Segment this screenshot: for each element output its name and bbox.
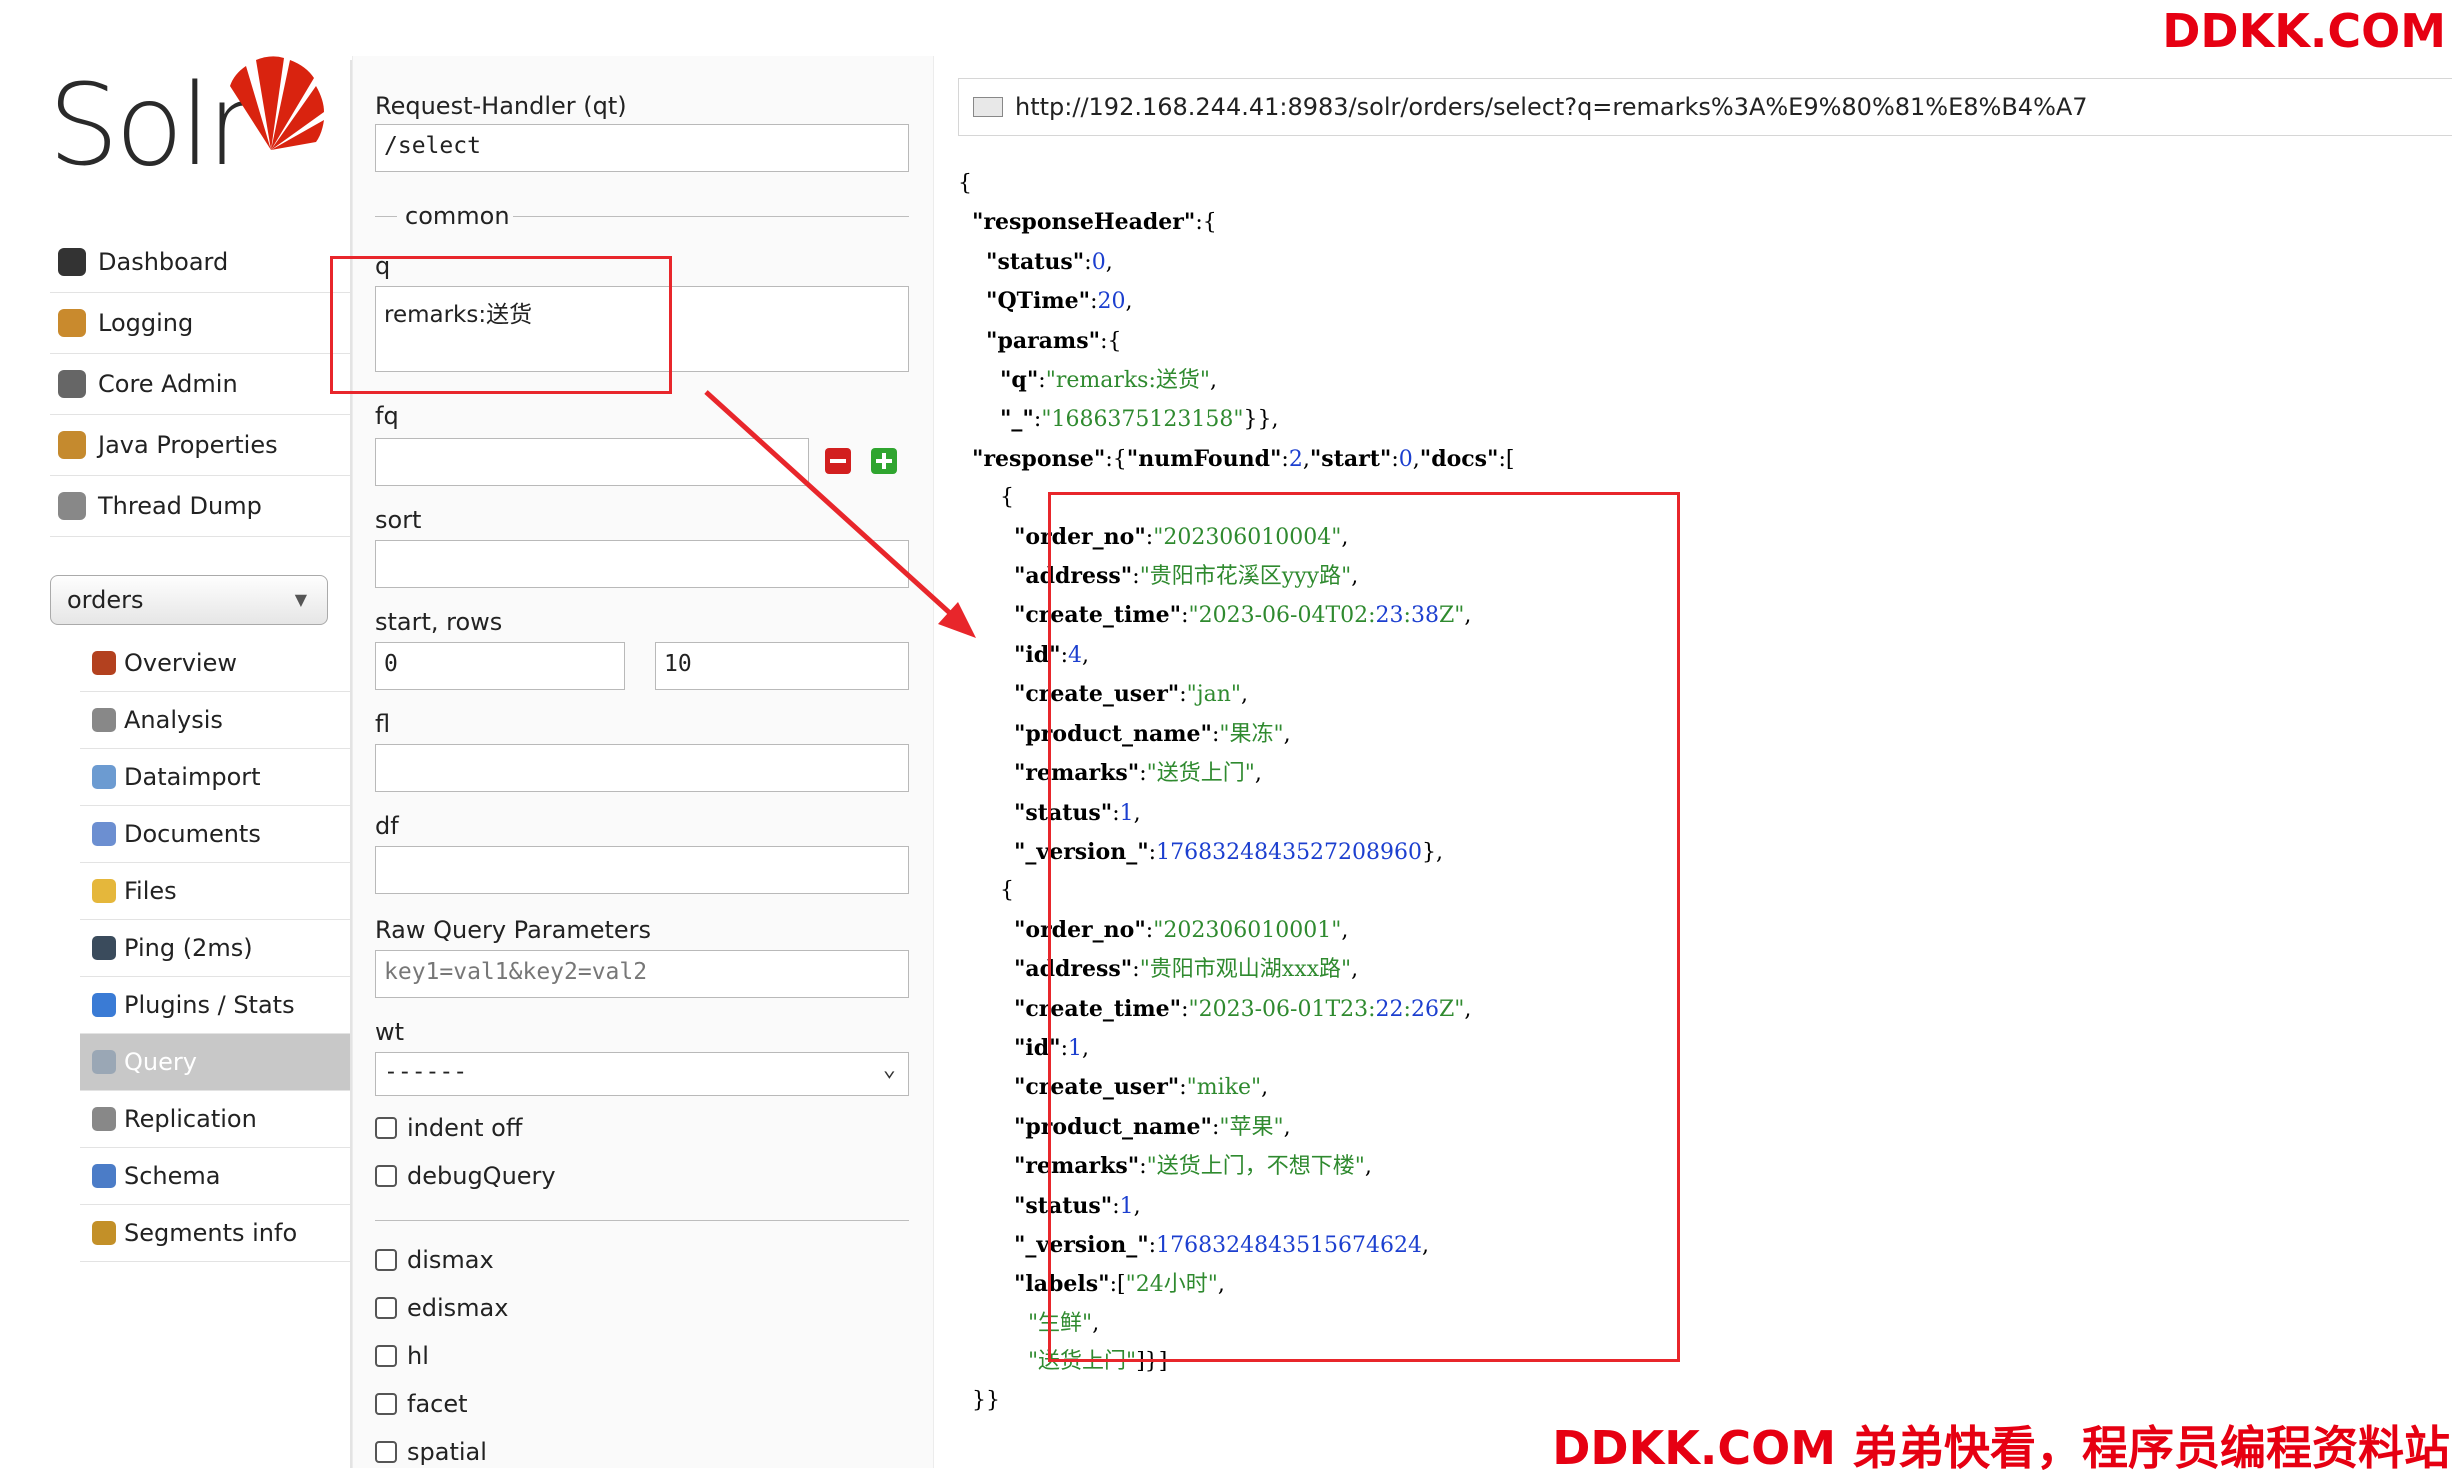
watermark-top: DDKK.COM [2162, 4, 2446, 58]
watermark-bottom: DDKK.COM 弟弟快看，程序员编程资料站 [1550, 1412, 2452, 1478]
annotation-arrow [704, 390, 976, 638]
